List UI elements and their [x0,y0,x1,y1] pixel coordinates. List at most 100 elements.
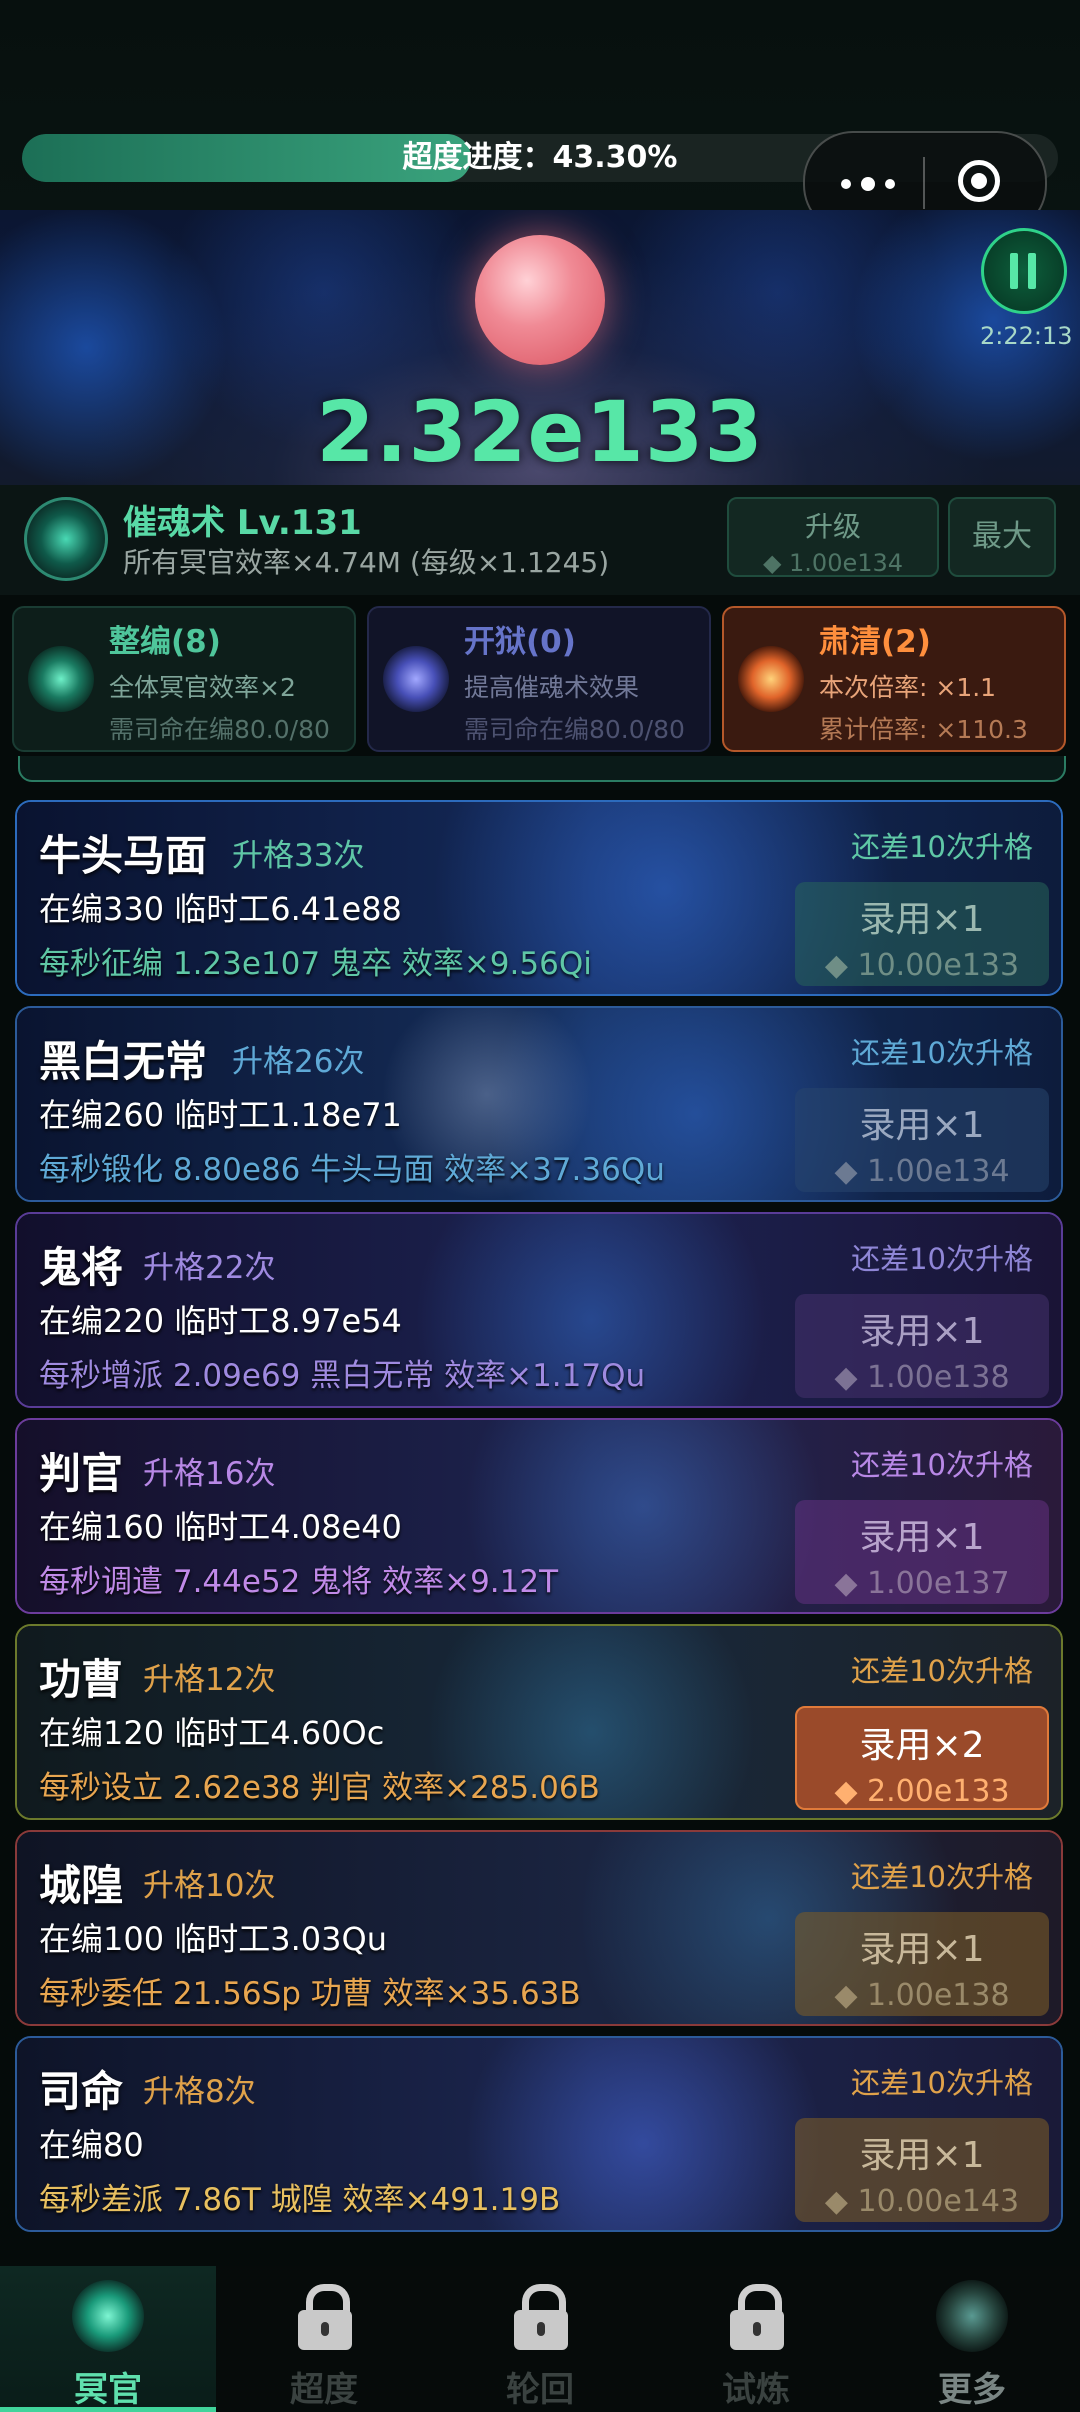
tab-label: 更多 [938,2370,1006,2410]
official-production: 每秒征编 1.23e107 鬼卒 效率×9.56Qi [39,946,592,982]
tab-label: 试炼 [722,2370,790,2410]
lock-icon [504,2280,576,2352]
hire-button[interactable]: 录用×1 ◆ 10.00e143 [795,2118,1049,2222]
tab-label: 超度 [290,2370,358,2410]
promotion-count: 升格22次 [143,1250,276,1286]
hire-button[interactable]: 录用×1 ◆ 1.00e137 [795,1500,1049,1604]
official-production: 每秒差派 7.86T 城隍 效率×491.19B [39,2182,561,2218]
resource-value: 2.32e133 [316,383,764,481]
official-staff: 在编220 临时工8.97e54 [39,1302,402,1340]
hire-label: 录用×1 [859,1105,985,1146]
hire-button[interactable]: 录用×1 ◆ 1.00e138 [795,1294,1049,1398]
hire-cost: ◆ 10.00e133 [824,948,1020,983]
perk-purge[interactable]: 肃清(2) 本次倍率: ×1.1 累计倍率: ×110.3 [722,606,1066,752]
bottom-nav: 冥官 超度 轮回 试炼 更多 [0,2266,1080,2412]
skill-title: 催魂术 Lv.131 [123,503,362,543]
perk-title: 开狱(0) [464,624,576,660]
promotion-remaining: 还差10次升格 [851,1242,1033,1276]
skill-row: 催魂术 Lv.131 所有冥官效率×4.74M (每级×1.1245) 升级 ◆… [0,485,1080,595]
official-staff: 在编80 [39,2126,144,2164]
underworld-scene: 2.32e133 [0,210,1080,485]
perk-requirement: 需司命在编80.0/80 [464,715,685,744]
hire-cost: ◆ 2.00e133 [834,1774,1010,1809]
promotion-count: 升格12次 [143,1662,276,1698]
promotion-remaining: 还差10次升格 [851,1036,1033,1070]
capsule-divider [923,157,925,209]
official-card-gongcao: 功曹 升格12次 还差10次升格 在编120 临时工4.60Oc 每秒设立 2.… [15,1624,1063,1820]
promotion-count: 升格10次 [143,1868,276,1904]
official-name: 鬼将 [39,1243,124,1292]
official-name: 功曹 [39,1655,124,1704]
perk-effect: 提高催魂术效果 [464,673,640,702]
hire-label: 录用×1 [859,1311,985,1352]
official-name: 司命 [39,2067,124,2116]
promotion-remaining: 还差10次升格 [851,1654,1033,1688]
official-production: 每秒设立 2.62e38 判官 效率×285.06B [39,1770,600,1806]
official-production: 每秒委任 21.56Sp 功曹 效率×35.63B [39,1976,581,2012]
official-staff: 在编100 临时工3.03Qu [39,1920,387,1958]
official-production: 每秒锻化 8.80e86 牛头马面 效率×37.36Qu [39,1152,665,1188]
tab-label: 轮回 [506,2370,574,2410]
hire-label: 录用×1 [859,899,985,940]
tab-more[interactable]: 更多 [864,2266,1080,2412]
upgrade-label: 升级 [804,510,861,543]
speed-boost-button[interactable] [981,228,1067,314]
soul-orb[interactable] [475,235,605,365]
skill-description: 所有冥官效率×4.74M (每级×1.1245) [123,546,610,579]
soul-urging-skill-icon [24,497,108,581]
hire-button[interactable]: 录用×1 ◆ 1.00e138 [795,1912,1049,2016]
perk-open-prison[interactable]: 开狱(0) 提高催魂术效果 需司命在编80.0/80 [367,606,711,752]
hire-button[interactable]: 录用×2 ◆ 2.00e133 [795,1706,1049,1810]
more-icon [936,2280,1008,2352]
purge-flame-icon [738,646,804,712]
perk-current-multiplier: 本次倍率: ×1.1 [819,673,997,702]
promotion-count: 升格33次 [232,838,365,874]
official-card-ox-horse: 牛头马面 升格33次 还差10次升格 在编330 临时工6.41e88 每秒征编… [15,800,1063,996]
perk-requirement: 需司命在编80.0/80 [109,715,330,744]
list-item-partial [18,756,1066,782]
open-prison-icon [383,646,449,712]
official-name: 城隍 [39,1861,124,1910]
promotion-remaining: 还差10次升格 [851,1860,1033,1894]
hire-button[interactable]: 录用×1 ◆ 1.00e134 [795,1088,1049,1192]
tab-officials[interactable]: 冥官 [0,2266,216,2412]
ghost-official-icon [72,2280,144,2352]
official-card-ghost-general: 鬼将 升格22次 还差10次升格 在编220 临时工8.97e54 每秒增派 2… [15,1212,1063,1408]
official-list[interactable]: 牛头马面 升格33次 还差10次升格 在编330 临时工6.41e88 每秒征编… [0,756,1080,2266]
perk-effect: 全体冥官效率×2 [109,673,296,702]
perk-title: 肃清(2) [819,624,931,660]
official-card-judge: 判官 升格16次 还差10次升格 在编160 临时工4.08e40 每秒调遣 7… [15,1418,1063,1614]
more-options-button[interactable] [835,153,915,213]
promotion-count: 升格26次 [232,1044,365,1080]
official-staff: 在编330 临时工6.41e88 [39,890,402,928]
official-card-siming: 司命 升格8次 还差10次升格 在编80 每秒差派 7.86T 城隍 效率×49… [15,2036,1063,2232]
skill-max-button[interactable]: 最大 [948,497,1056,577]
top-bar: 超度进度：43.30% [0,0,1080,235]
skill-upgrade-button[interactable]: 升级 ◆ 1.00e134 [727,497,939,577]
boost-timer: 2:22:13 [980,322,1073,350]
hire-cost: ◆ 10.00e143 [824,2184,1020,2219]
official-staff: 在编120 临时工4.60Oc [39,1714,385,1752]
tab-salvation[interactable]: 超度 [216,2266,432,2412]
official-name: 黑白无常 [39,1037,208,1086]
hire-button[interactable]: 录用×1 ◆ 10.00e133 [795,882,1049,986]
official-production: 每秒增派 2.09e69 黑白无常 效率×1.17Qu [39,1358,646,1394]
lock-icon [720,2280,792,2352]
hire-cost: ◆ 1.00e134 [834,1154,1010,1189]
hire-cost: ◆ 1.00e138 [834,1978,1010,2013]
hire-label: 录用×1 [859,1929,985,1970]
close-miniprogram-button[interactable] [958,160,1000,202]
tab-label: 冥官 [74,2370,142,2410]
hire-cost: ◆ 1.00e137 [834,1566,1010,1601]
tab-trial[interactable]: 试炼 [648,2266,864,2412]
hire-label: 录用×1 [859,1517,985,1558]
official-production: 每秒调遣 7.44e52 鬼将 效率×9.12T [39,1564,559,1600]
promotion-count: 升格16次 [143,1456,276,1492]
perk-reorganize[interactable]: 整编(8) 全体冥官效率×2 需司命在编80.0/80 [12,606,356,752]
official-staff: 在编160 临时工4.08e40 [39,1508,402,1546]
promotion-remaining: 还差10次升格 [851,830,1033,864]
official-card-chenghuang: 城隍 升格10次 还差10次升格 在编100 临时工3.03Qu 每秒委任 21… [15,1830,1063,2026]
perk-total-multiplier: 累计倍率: ×110.3 [819,715,1028,744]
tab-reincarnation[interactable]: 轮回 [432,2266,648,2412]
promotion-remaining: 还差10次升格 [851,2066,1033,2100]
